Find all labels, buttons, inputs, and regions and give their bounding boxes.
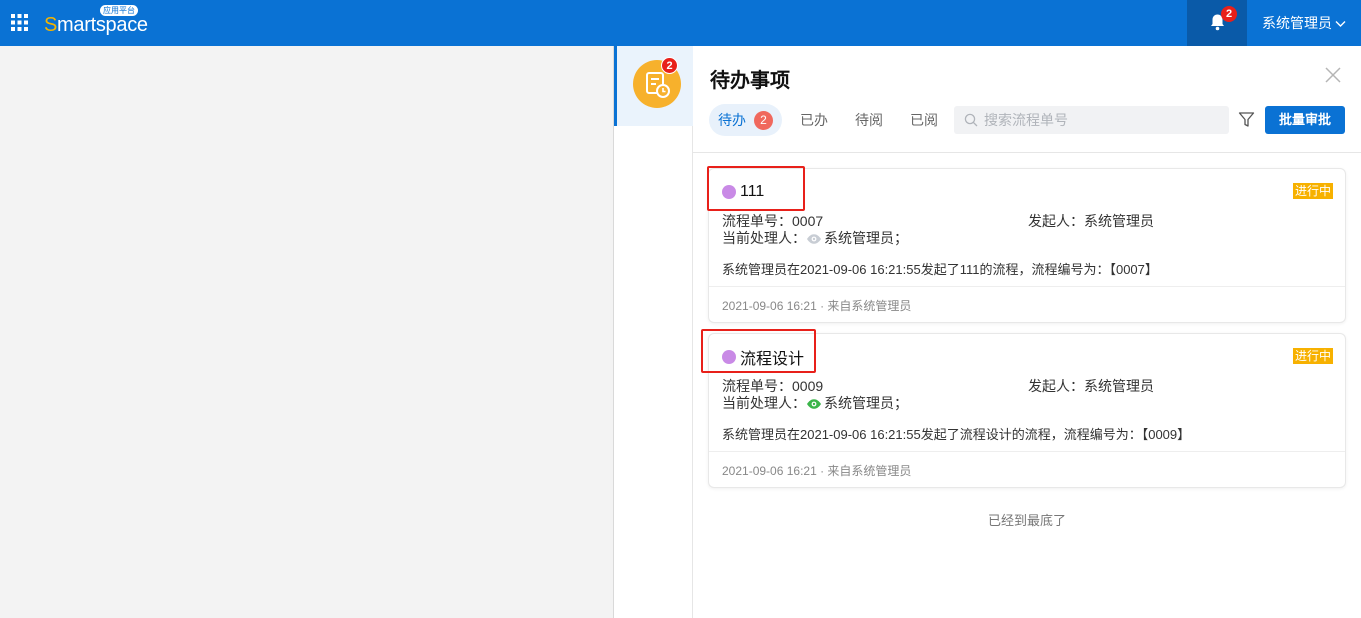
main-content-area [0,46,613,618]
order-number-label: 流程单号： [722,213,792,229]
tab-label: 待办 [718,112,746,128]
handler-label: 当前处理人： [722,395,806,411]
search-box [954,106,1229,134]
tab-pending[interactable]: 待办 2 [709,104,782,136]
tab-label: 待阅 [855,112,883,128]
notification-count-badge: 2 [1221,6,1237,22]
eye-icon [807,398,821,409]
header-divider [693,152,1361,153]
initiator-field: 发起人： 系统管理员 [1028,378,1154,395]
handler-value: 系统管理员； [824,230,908,246]
logo-initial: S [44,14,58,36]
card-description: 系统管理员在2021-09-06 16:21:55发起了111的流程，流程编号为… [722,262,1158,277]
initiator-label: 发起人： [1028,213,1084,229]
initiator-value: 系统管理员 [1084,378,1154,394]
handler-label: 当前处理人： [722,230,806,246]
initiator-value: 系统管理员 [1084,213,1154,229]
tab-done[interactable]: 已办 [791,104,837,136]
tab-to-read[interactable]: 待阅 [846,104,892,136]
order-number-field: 流程单号： 0007 [722,213,823,230]
user-name: 系统管理员 [1262,15,1332,31]
logo-badge: 应用平台 [100,5,138,16]
tab-count-badge: 2 [754,110,773,130]
tab-label: 已办 [800,112,828,128]
chevron-down-icon [1335,20,1346,27]
top-bar: Smartspace 应用平台 2 系统管理员 [0,0,1361,46]
batch-approve-button[interactable]: 批量审批 [1265,106,1345,134]
handler-field: 当前处理人： 系统管理员； [722,230,908,247]
handler-value: 系统管理员； [824,395,908,411]
initiator-label: 发起人： [1028,378,1084,394]
card-footer: 2021-09-06 16:21 · 来自系统管理员 [722,464,912,478]
status-badge: 进行中 [1292,348,1333,364]
handler-field: 当前处理人： 系统管理员； [722,395,908,412]
tab-bar: 待办 2 已办 待阅 已阅 [709,104,956,136]
logo-text: martspace [57,14,148,36]
order-number-value: 0009 [792,378,824,394]
highlight-box [707,166,805,211]
card-divider [709,286,1345,287]
card-divider [709,451,1345,452]
rail-count-badge: 2 [661,57,678,74]
order-number-label: 流程单号： [722,378,792,394]
card-footer: 2021-09-06 16:21 · 来自系统管理员 [722,299,912,313]
user-menu[interactable]: 系统管理员 [1262,14,1346,32]
search-icon [964,113,978,127]
card-description: 系统管理员在2021-09-06 16:21:55发起了流程设计的流程，流程编号… [722,427,1191,442]
highlight-box [701,329,816,373]
status-badge: 进行中 [1292,183,1333,199]
tab-label: 已阅 [910,112,938,128]
side-rail: 2 [613,46,693,618]
end-of-list-text: 已经到最底了 [987,513,1066,528]
close-icon[interactable] [1324,66,1342,84]
todo-panel: 待办事项 待办 2 已办 待阅 已阅 批量审批 111 进行中 流程单号：000… [693,46,1361,618]
initiator-field: 发起人： 系统管理员 [1028,213,1154,230]
app-grid-icon[interactable] [11,14,28,31]
order-number-value: 0007 [792,213,824,229]
order-number-field: 流程单号： 0009 [722,378,823,395]
search-input[interactable] [984,112,1224,128]
rail-item-todo[interactable]: 2 [614,46,693,126]
notification-button[interactable]: 2 [1187,0,1247,46]
panel-title: 待办事项 [710,70,790,92]
filter-icon[interactable] [1238,111,1255,128]
eye-icon [807,233,821,244]
tab-read[interactable]: 已阅 [901,104,947,136]
